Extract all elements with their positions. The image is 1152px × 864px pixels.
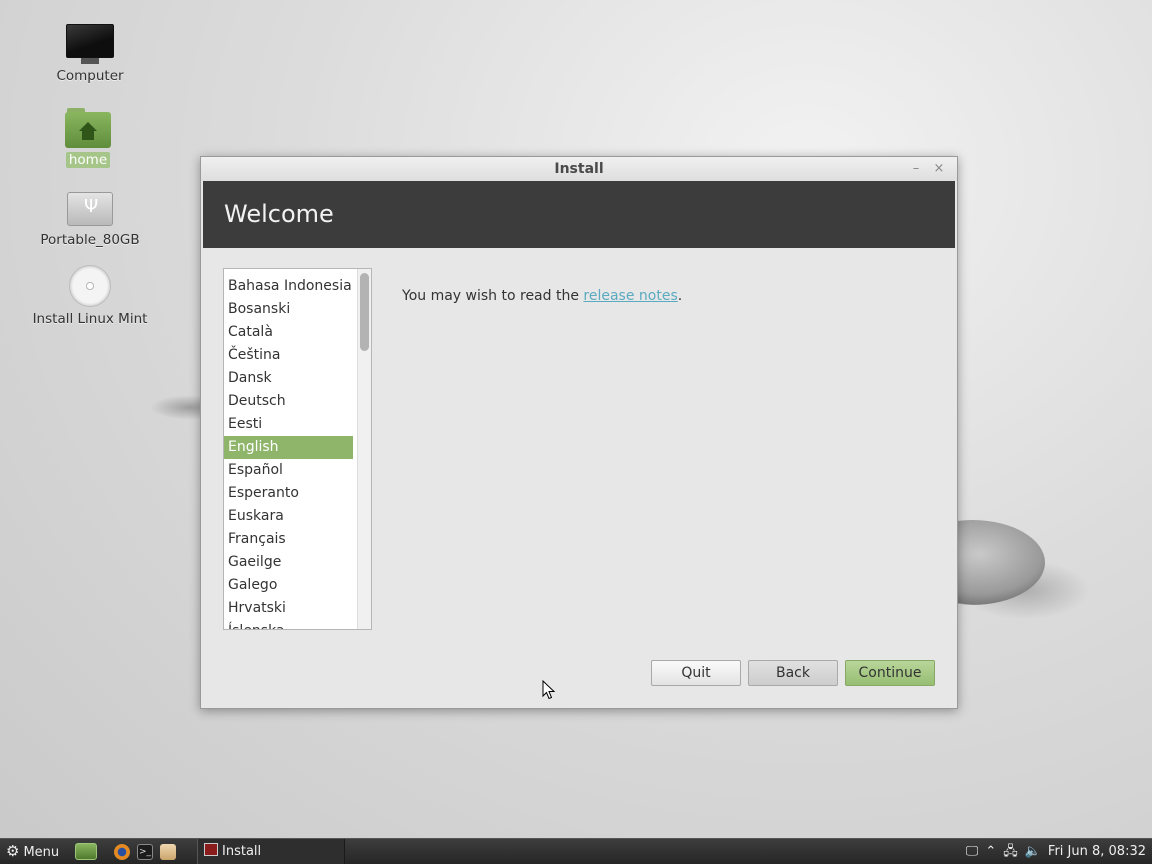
language-item[interactable]: Français: [224, 528, 353, 551]
language-list[interactable]: Bahasa Indonesia Bosanski Català Čeština Dan…: [223, 268, 372, 630]
language-item[interactable]: Galego: [224, 574, 353, 597]
desktop-icon-home[interactable]: home: [18, 108, 158, 168]
welcome-banner: Welcome: [203, 181, 955, 248]
taskbar: ⚙ Menu >_ Install 🖵 ⌃ 🖧 🔈 Fri Jun 8, 08:32: [0, 838, 1152, 864]
release-notes-link[interactable]: release notes: [583, 288, 677, 304]
network-icon[interactable]: 🖧: [1003, 844, 1018, 859]
taskbar-item-install[interactable]: Install: [197, 839, 345, 864]
menu-label: Menu: [23, 845, 60, 860]
display-icon[interactable]: 🖵: [966, 844, 979, 859]
files-icon[interactable]: [160, 844, 176, 860]
release-notes-message: You may wish to read the release notes.: [402, 288, 682, 304]
desktop-icon-computer[interactable]: Computer: [20, 24, 160, 84]
language-item[interactable]: Català: [224, 321, 353, 344]
chevron-up-icon[interactable]: ⌃: [985, 844, 996, 859]
firefox-icon[interactable]: [114, 844, 130, 860]
notes-prefix: You may wish to read the: [402, 288, 584, 304]
mouse-pointer-icon: [542, 680, 556, 700]
taskbar-item-label: Install: [222, 844, 262, 859]
language-item[interactable]: Esperanto: [224, 482, 353, 505]
continue-button[interactable]: Continue: [845, 660, 935, 686]
window-title: Install: [554, 161, 604, 177]
clock[interactable]: Fri Jun 8, 08:32: [1048, 844, 1146, 859]
language-item[interactable]: Hrvatski: [224, 597, 353, 620]
back-button[interactable]: Back: [748, 660, 838, 686]
gear-icon: ⚙: [6, 842, 20, 860]
quit-button[interactable]: Quit: [651, 660, 741, 686]
language-item[interactable]: Íslenska: [224, 620, 353, 629]
system-tray: 🖵 ⌃ 🖧 🔈 Fri Jun 8, 08:32: [959, 839, 1146, 864]
language-item[interactable]: Eesti: [224, 413, 353, 436]
desktop-icon-label: home: [65, 152, 111, 168]
minimize-button[interactable]: –: [907, 157, 925, 181]
show-desktop-icon[interactable]: [75, 843, 97, 860]
language-item[interactable]: Čeština: [224, 344, 353, 367]
volume-icon[interactable]: 🔈: [1025, 844, 1041, 859]
close-button[interactable]: ×: [930, 157, 948, 181]
language-item[interactable]: Bahasa Indonesia: [224, 275, 353, 298]
home-folder-icon: [65, 108, 111, 148]
language-item[interactable]: Español: [224, 459, 353, 482]
desktop-icon-label: Computer: [56, 68, 124, 84]
language-item[interactable]: Deutsch: [224, 390, 353, 413]
optical-disc-icon: [69, 265, 111, 307]
installer-app-icon: [204, 843, 218, 856]
desktop-icon-label: Install Linux Mint: [32, 311, 148, 327]
language-item[interactable]: Euskara: [224, 505, 353, 528]
menu-button[interactable]: ⚙ Menu: [6, 839, 59, 864]
language-item[interactable]: Dansk: [224, 367, 353, 390]
notes-suffix: .: [677, 288, 683, 304]
install-window: Install – × Welcome Bahasa Indonesia Bosa…: [200, 156, 958, 709]
banner-title: Welcome: [224, 200, 334, 228]
monitor-icon: [66, 24, 114, 64]
window-titlebar[interactable]: Install – ×: [201, 157, 957, 181]
desktop-icon-portable-drive[interactable]: Ψ Portable_80GB: [20, 188, 160, 248]
language-item[interactable]: Gaeilge: [224, 551, 353, 574]
scrollbar-thumb[interactable]: [360, 273, 369, 351]
language-item[interactable]: English: [224, 436, 353, 459]
desktop-icon-label: Portable_80GB: [40, 232, 140, 248]
language-list-scrollbar[interactable]: [357, 269, 371, 629]
language-item[interactable]: Bosanski: [224, 298, 353, 321]
terminal-icon[interactable]: >_: [137, 844, 153, 860]
usb-drive-icon: Ψ: [67, 188, 113, 228]
desktop-icon-install-linux-mint[interactable]: Install Linux Mint: [20, 265, 160, 327]
